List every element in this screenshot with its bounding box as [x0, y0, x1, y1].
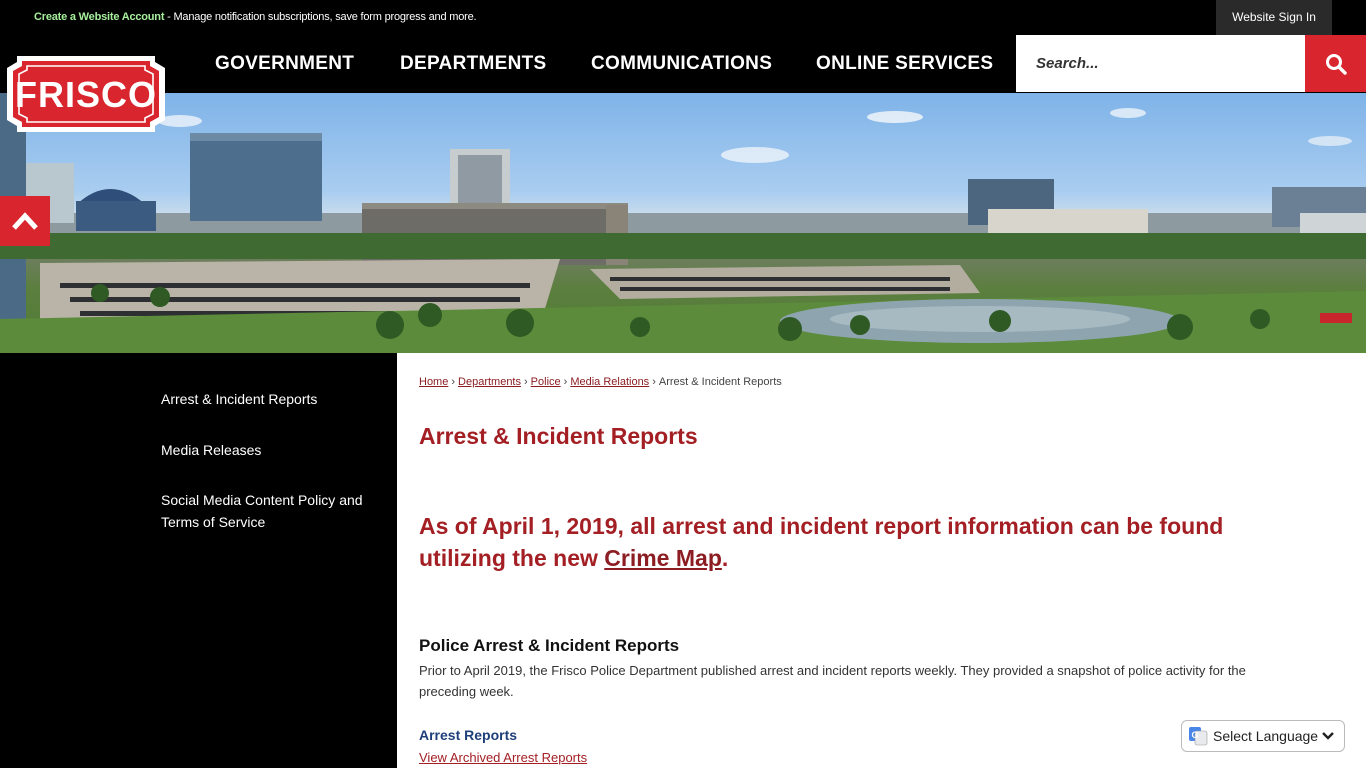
sidebar-nav: Arrest & Incident Reports Media Releases… — [0, 353, 397, 768]
breadcrumb-separator: › — [451, 376, 456, 388]
frisco-logo[interactable]: FRISCO — [3, 48, 169, 140]
arrest-reports-heading: Arrest Reports — [419, 727, 518, 743]
breadcrumb-departments[interactable]: Departments — [458, 376, 521, 388]
breadcrumb: Home › Departments › Police › Media Relations ›… — [419, 376, 782, 388]
website-sign-in-button[interactable]: Website Sign In — [1216, 0, 1332, 35]
notice-period: . — [721, 545, 729, 571]
chevron-up-icon — [12, 212, 38, 230]
page-title: Arrest & Incident Reports — [419, 423, 698, 449]
breadcrumb-police[interactable]: Police — [531, 376, 561, 388]
page: Create a Website Account - Manage notifi… — [0, 0, 1366, 768]
main-content: Home › Departments › Police › Media Relations ›… — [397, 353, 1366, 768]
search-box — [1016, 35, 1306, 92]
sidebar-item-social-media-policy[interactable]: Social Media Content Policy and Terms of… — [161, 489, 371, 533]
search-input[interactable] — [1016, 35, 1306, 92]
sidebar-item-arrest-incident-reports[interactable]: Arrest & Incident Reports — [161, 388, 371, 410]
notice-text: As of April 1, 2019, all arrest and inci… — [419, 513, 1224, 571]
google-translate-icon: G — [1189, 727, 1208, 746]
utility-bar: Create a Website Account - Manage notifi… — [0, 0, 1366, 35]
section-title: Police Arrest & Incident Reports — [419, 636, 680, 655]
utility-message: Create a Website Account - Manage notifi… — [34, 11, 477, 23]
nav-departments[interactable]: DEPARTMENTS — [400, 35, 547, 93]
chevron-down-icon — [1322, 732, 1334, 740]
breadcrumb-separator: › — [652, 376, 656, 388]
hero-image — [0, 93, 1366, 353]
breadcrumb-separator: › — [563, 376, 568, 388]
crime-map-notice: As of April 1, 2019, all arrest and inci… — [419, 510, 1239, 574]
utility-description: - Manage notification subscriptions, sav… — [164, 11, 477, 23]
sidebar-item-media-releases[interactable]: Media Releases — [161, 439, 371, 461]
breadcrumb-separator: › — [524, 376, 528, 388]
create-account-link[interactable]: Create a Website Account — [34, 11, 164, 23]
language-select[interactable]: G Select Language — [1181, 720, 1345, 752]
language-label: Select Language — [1213, 728, 1319, 744]
section-description: Prior to April 2019, the Frisco Police D… — [419, 663, 1246, 699]
breadcrumb-current: Arrest & Incident Reports — [658, 376, 782, 388]
svg-text:G: G — [1191, 730, 1198, 740]
nav-government[interactable]: GOVERNMENT — [215, 35, 354, 93]
archived-arrest-reports-link[interactable]: View Archived Arrest Reports — [419, 750, 587, 765]
logo-text: FRISCO — [15, 74, 157, 115]
breadcrumb-media-relations[interactable]: Media Relations — [570, 376, 649, 388]
nav-online-services[interactable]: ONLINE SERVICES — [816, 35, 993, 93]
breadcrumb-home[interactable]: Home — [419, 376, 448, 388]
crime-map-link[interactable]: Crime Map — [604, 545, 722, 571]
back-to-top-button[interactable] — [0, 196, 50, 246]
nav-communications[interactable]: COMMUNICATIONS — [591, 35, 772, 93]
search-button[interactable] — [1305, 35, 1366, 92]
search-icon — [1325, 53, 1347, 75]
